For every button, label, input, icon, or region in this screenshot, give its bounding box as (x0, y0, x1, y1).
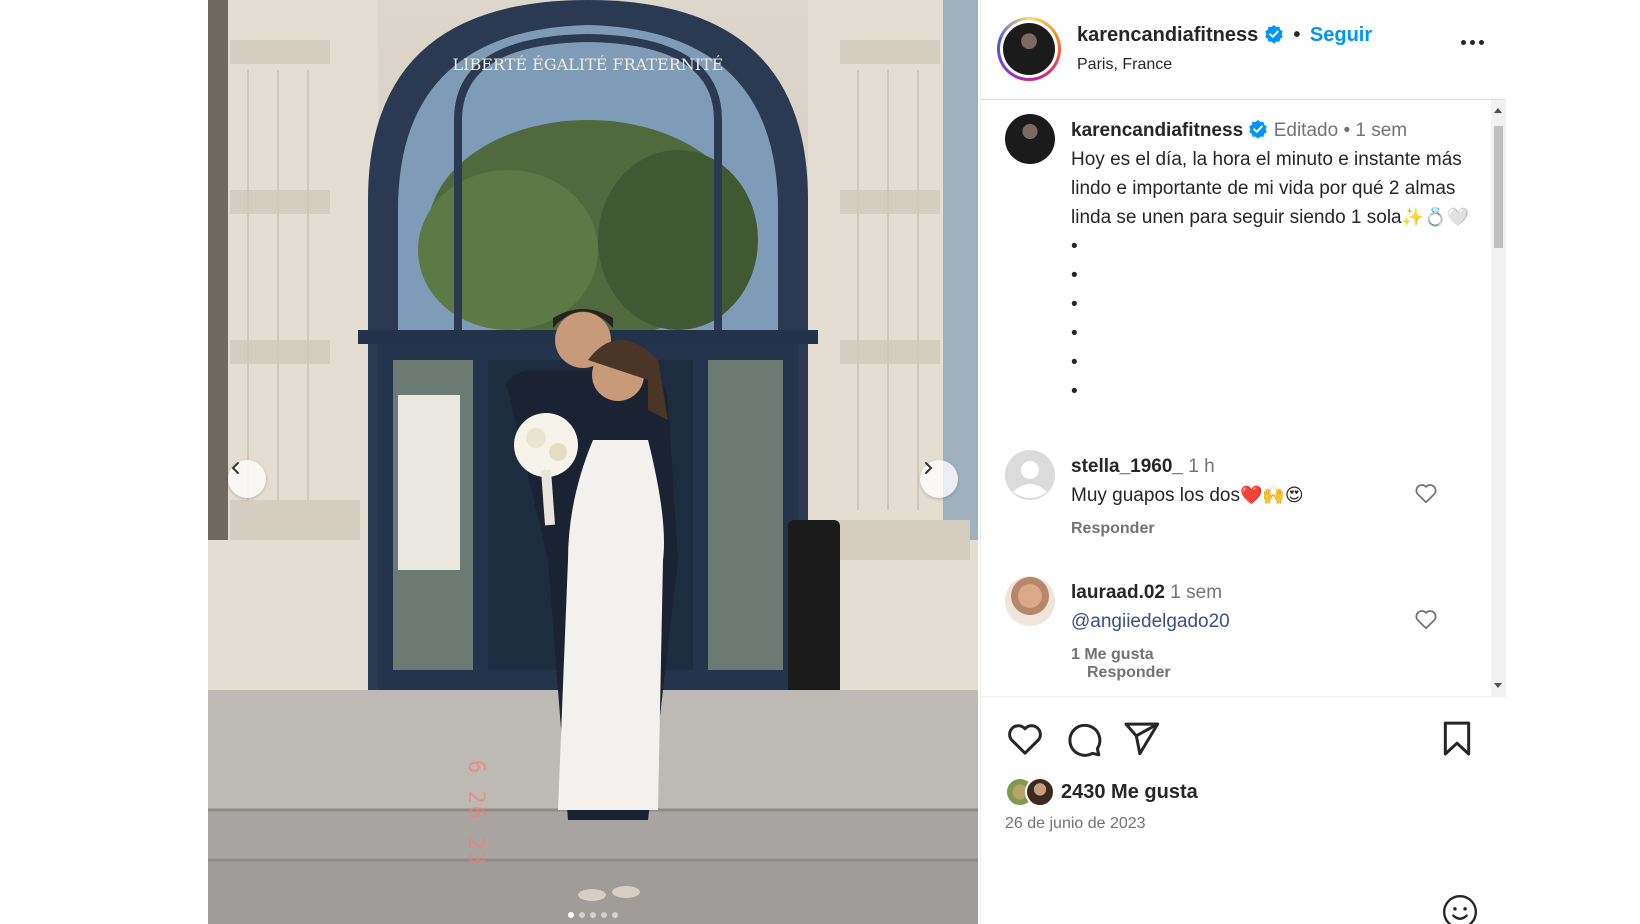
story-ring[interactable] (997, 17, 1061, 81)
comments-scrollbar[interactable] (1491, 100, 1506, 696)
comment-actions: 1 Me gusta Responder (1071, 646, 1171, 682)
comment-likes[interactable]: 1 Me gusta (1071, 646, 1154, 663)
more-options-icon[interactable] (1461, 40, 1484, 45)
wedding-photo-illustration: LIBERTÉ ÉGALITÉ FRATERNITÉ (208, 0, 978, 924)
verified-badge-icon (1249, 120, 1268, 139)
verified-badge-icon (1264, 25, 1283, 44)
caption-edited: Editado (1273, 120, 1339, 141)
avatar[interactable] (1003, 23, 1055, 75)
comment-body: stella_1960_ 1 h Muy guapos los dos❤️🙌😍 (1071, 452, 1471, 510)
carousel-dot (568, 912, 574, 918)
photo-date-stamp: 6 26 23 (463, 760, 488, 867)
comment-time[interactable]: 1 h (1188, 456, 1214, 477)
post-author-line: karencandiafitness • Seguir (1077, 24, 1372, 47)
caption-bullet: • (1071, 352, 1078, 373)
chevron-left-icon (231, 462, 239, 474)
comment-username[interactable]: stella_1960_ (1071, 456, 1183, 477)
comment-icon[interactable] (1063, 719, 1103, 759)
caption-time[interactable]: 1 sem (1355, 120, 1407, 141)
comment-time[interactable]: 1 sem (1170, 582, 1222, 603)
carousel-dot (590, 912, 596, 918)
bookmark-icon[interactable] (1437, 719, 1477, 759)
scrollbar-thumb[interactable] (1494, 126, 1503, 248)
heart-icon[interactable] (1413, 606, 1439, 632)
share-icon[interactable] (1121, 719, 1161, 759)
reply-button[interactable]: Responder (1071, 520, 1155, 538)
likes-summary: 2430 Me gusta (1005, 777, 1198, 807)
comment-username[interactable]: lauraad.02 (1071, 582, 1165, 603)
caption-bullet: • (1071, 381, 1078, 402)
separator-dot: • (1293, 24, 1301, 46)
comments-section[interactable]: karencandiafitness Editado • 1 sem Hoy e… (981, 100, 1491, 696)
reply-button[interactable]: Responder (1087, 664, 1171, 681)
avatar[interactable] (1005, 576, 1055, 626)
comment-mention[interactable]: @angiiedelgado20 (1071, 611, 1230, 632)
post-author-username[interactable]: karencandiafitness (1077, 24, 1258, 46)
post-date[interactable]: 26 de junio de 2023 (1005, 815, 1146, 833)
carousel-dot (579, 912, 585, 918)
likes-count[interactable]: 2430 Me gusta (1061, 781, 1198, 804)
carousel-next-button[interactable] (920, 460, 958, 498)
liker-avatar[interactable] (1025, 777, 1055, 807)
carousel-prev-button[interactable] (228, 460, 266, 498)
caption-body: karencandiafitness Editado • 1 sem Hoy e… (1071, 116, 1471, 406)
post-header: karencandiafitness • Seguir Paris, Franc… (981, 0, 1506, 100)
comment-text: Muy guapos los dos (1071, 485, 1240, 506)
svg-text:LIBERTÉ ÉGALITÉ FRATERNITÉ: LIBERTÉ ÉGALITÉ FRATERNITÉ (453, 54, 724, 74)
chevron-right-icon (925, 462, 933, 474)
comment-body: lauraad.02 1 sem @angiiedelgado20 (1071, 578, 1471, 636)
avatar[interactable] (1005, 114, 1055, 164)
heart-icon[interactable] (1005, 719, 1045, 759)
carousel-indicator (208, 912, 978, 918)
carousel-dot (601, 912, 607, 918)
caption-username[interactable]: karencandiafitness (1071, 120, 1243, 141)
heart-icon[interactable] (1413, 480, 1439, 506)
caption-bullet: • (1071, 265, 1078, 286)
caption-bullet: • (1071, 236, 1078, 257)
comment-emojis: ❤️🙌😍 (1240, 485, 1304, 505)
caption-emojis: ✨💍🤍 (1401, 207, 1469, 227)
post-side-panel: karencandiafitness • Seguir Paris, Franc… (980, 0, 1506, 924)
default-avatar-icon[interactable] (1005, 450, 1055, 500)
scroll-up-arrow-icon[interactable] (1494, 108, 1502, 113)
post-location[interactable]: Paris, France (1077, 56, 1172, 74)
scroll-down-arrow-icon[interactable] (1494, 683, 1502, 688)
caption-bullet: • (1071, 294, 1078, 315)
follow-button[interactable]: Seguir (1310, 24, 1372, 46)
post-image[interactable]: LIBERTÉ ÉGALITÉ FRATERNITÉ 6 26 23 (208, 0, 978, 924)
emoji-icon[interactable] (1441, 893, 1479, 924)
separator-dot: • (1343, 120, 1351, 141)
carousel-dot (612, 912, 618, 918)
caption-bullet: • (1071, 323, 1078, 344)
post-actions: 2430 Me gusta 26 de junio de 2023 (981, 696, 1506, 924)
